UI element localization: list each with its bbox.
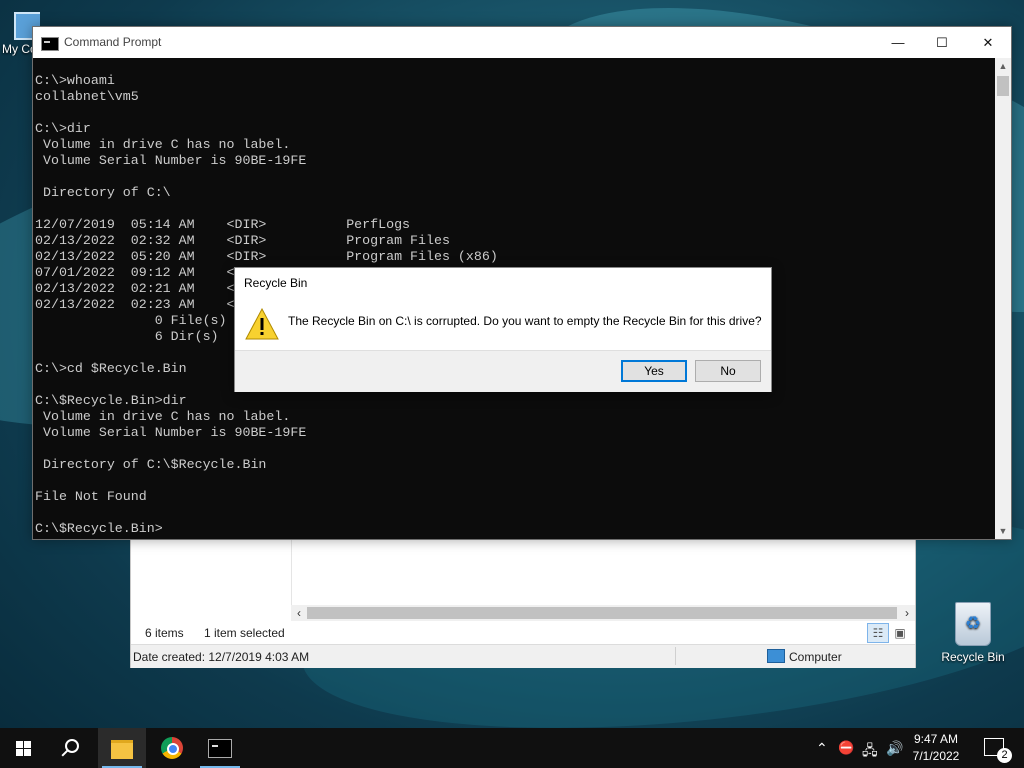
title-bar[interactable]: Command Prompt — ☐ ✕: [33, 27, 1011, 58]
notification-count: 2: [997, 748, 1012, 763]
scroll-right-icon[interactable]: ›: [899, 605, 915, 621]
location-label: Computer: [767, 649, 842, 664]
volume-icon[interactable]: 🔊: [886, 740, 903, 757]
desktop-icon-label: Recycle Bin: [941, 650, 1005, 664]
location-text: Computer: [789, 650, 842, 664]
horizontal-scrollbar[interactable]: ‹ ›: [291, 605, 915, 621]
clock-time: 9:47 AM: [913, 732, 959, 746]
clock[interactable]: 9:47 AM 7/1/2022: [904, 731, 968, 765]
warning-icon: [245, 308, 279, 340]
start-button[interactable]: [0, 728, 48, 768]
taskbar-command-prompt[interactable]: [196, 728, 244, 768]
recycle-bin-icon: [955, 602, 991, 646]
no-button[interactable]: No: [695, 360, 761, 382]
details-view-icon[interactable]: ☷: [867, 623, 889, 643]
search-icon: [65, 739, 79, 753]
dialog-body: The Recycle Bin on C:\ is corrupted. Do …: [235, 298, 771, 350]
taskbar-chrome[interactable]: [148, 728, 196, 768]
dialog-title: Recycle Bin: [244, 276, 308, 290]
console-icon: [41, 37, 59, 51]
network-alert-icon[interactable]: ⛔: [838, 740, 854, 756]
dialog-message: The Recycle Bin on C:\ is corrupted. Do …: [288, 314, 762, 328]
vertical-scrollbar[interactable]: ▲ ▼: [995, 58, 1011, 539]
scroll-up-icon[interactable]: ▲: [995, 58, 1011, 74]
network-icon[interactable]: 🖧: [862, 740, 878, 764]
item-count: 6 items: [145, 626, 184, 640]
large-icons-view-icon[interactable]: ▣: [889, 623, 911, 643]
window-title: Command Prompt: [64, 35, 162, 49]
clock-date: 7/1/2022: [912, 749, 960, 763]
date-created: Date created: 12/7/2019 4:03 AM: [133, 650, 310, 664]
explorer-window[interactable]: ‹ › 6 items 1 item selected ☷ ▣ Date cre…: [130, 536, 916, 668]
maximize-button[interactable]: ☐: [919, 27, 965, 58]
dialog-footer: Yes No: [235, 350, 771, 392]
divider: [675, 647, 676, 665]
taskbar: ⌃ ⛔ 🖧 🔊 9:47 AM 7/1/2022 2: [0, 728, 1024, 768]
chevron-up-icon[interactable]: ⌃: [816, 740, 828, 757]
search-button[interactable]: [48, 728, 96, 768]
desktop-icon-recycle-bin[interactable]: Recycle Bin: [938, 602, 1008, 664]
details-bar: Date created: 12/7/2019 4:03 AM Computer: [131, 644, 915, 668]
scroll-thumb[interactable]: [997, 76, 1009, 96]
action-center-icon[interactable]: 2: [984, 738, 1012, 763]
selection-count: 1 item selected: [204, 626, 285, 640]
console-icon: [208, 739, 232, 758]
taskbar-file-explorer[interactable]: [98, 728, 146, 768]
chrome-icon: [161, 737, 183, 759]
yes-button[interactable]: Yes: [621, 360, 687, 382]
scroll-down-icon[interactable]: ▼: [995, 523, 1011, 539]
close-button[interactable]: ✕: [965, 27, 1011, 58]
status-bar: 6 items 1 item selected ☷ ▣: [131, 621, 915, 643]
computer-icon: [767, 649, 785, 663]
pane-divider[interactable]: [291, 537, 292, 605]
file-list-area[interactable]: [131, 537, 915, 605]
windows-logo-icon: [16, 741, 32, 756]
scroll-left-icon[interactable]: ‹: [291, 605, 307, 621]
recycle-bin-dialog[interactable]: Recycle Bin The Recycle Bin on C:\ is co…: [234, 267, 772, 392]
folder-icon: [111, 740, 133, 759]
scroll-thumb[interactable]: [307, 607, 897, 619]
minimize-button[interactable]: —: [875, 27, 921, 58]
